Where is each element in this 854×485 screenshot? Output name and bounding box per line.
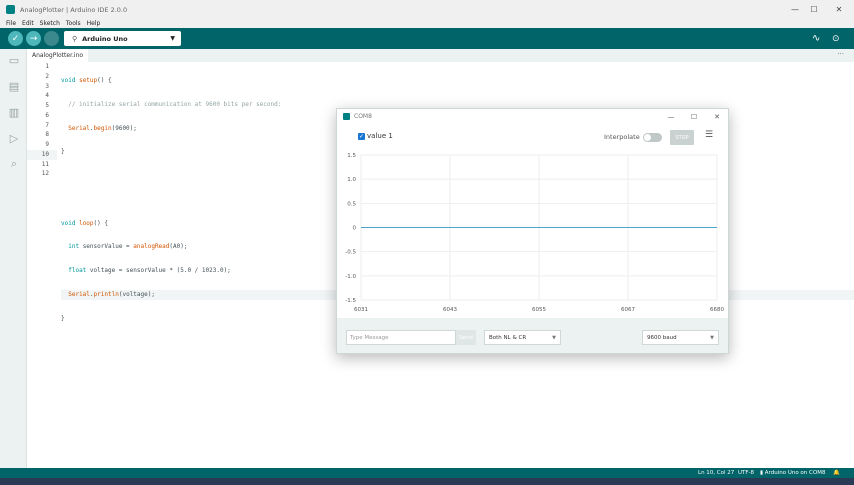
debug-icon[interactable]: ▷ [8,133,20,145]
notification-icon[interactable]: 🔔 [833,470,840,476]
window-titlebar: AnalogPlotter | Arduino IDE 2.0.0 — ☐ ✕ [0,0,854,19]
plotter-close-button[interactable]: ✕ [707,109,727,124]
menu-sketch[interactable]: Sketch [40,20,60,27]
line-number: 3 [45,82,49,90]
library-manager-icon[interactable]: ▥ [8,107,20,119]
line-number: 11 [41,160,49,168]
chevron-down-icon: ▼ [710,334,714,341]
plotter-footer: Send Both NL & CR ▼ 9600 baud ▼ [337,318,728,353]
chevron-down-icon: ▼ [552,334,556,341]
taskbar [0,478,854,485]
debug-button[interactable] [44,31,59,46]
plotter-minimize-button[interactable]: — [661,109,681,124]
search-icon[interactable]: ⌕ [8,158,20,170]
more-icon[interactable]: ··· [837,50,844,58]
send-button[interactable]: Send [456,330,476,345]
y-tick-label: 1.0 [347,177,356,183]
toggle-knob [644,134,651,141]
plotter-maximize-button[interactable]: ☐ [684,109,704,124]
baud-rate-select[interactable]: 9600 baud ▼ [642,330,719,345]
menu-edit[interactable]: Edit [22,20,34,27]
window-title: AnalogPlotter | Arduino IDE 2.0.0 [20,5,128,14]
maximize-button[interactable]: ☐ [801,0,827,19]
menu-tools[interactable]: Tools [66,20,81,27]
code-line: void setup() { [61,77,112,84]
y-tick-label: -1.5 [345,298,356,304]
board-name: Arduino Uno [82,34,128,43]
y-tick-label: -1.0 [345,274,356,280]
menu-help[interactable]: Help [87,20,101,27]
line-numbers: 1 2 3 4 5 6 7 8 9 10 11 12 [27,62,57,179]
line-number: 4 [45,92,49,100]
plotter-titlebar: COM8 — ☐ ✕ [337,109,728,124]
upload-button[interactable]: → [26,31,41,46]
baud-rate-value: 9600 baud [647,334,677,341]
board-selector[interactable]: ⚲ Arduino Uno ▼ [64,31,181,46]
line-ending-value: Both NL & CR [489,334,527,341]
plot-chart: 1.5 1.0 0.5 0 -0.5 -1.0 -1.5 6031 6043 6055 6067 6… [345,153,724,313]
y-tick-label: 0.5 [347,201,356,207]
board-port-status[interactable]: ▮ Arduino Uno on COM8 [760,470,825,476]
verify-button[interactable]: ✓ [8,31,23,46]
line-number: 2 [45,72,49,80]
serial-plotter-icon[interactable]: ∿ [812,31,820,46]
check-icon: ✓ [11,33,20,44]
line-number: 7 [45,121,49,129]
series-label: value 1 [367,132,393,140]
tab-label: AnalogPlotter.ino [32,52,84,59]
serial-plotter-window: COM8 — ☐ ✕ ✓ value 1 Interpolate STOP ☰ … [336,108,729,354]
y-tick-label: -0.5 [345,250,356,256]
x-tick-label: 6031 [354,307,368,313]
sidebar: ▭ ▤ ▥ ▷ ⌕ [0,49,27,468]
usb-icon: ⚲ [72,34,78,43]
series-legend[interactable]: ✓ value 1 [358,132,393,140]
y-tick-label: 1.5 [347,153,356,159]
x-tick-label: 6043 [443,307,457,313]
message-input[interactable] [346,330,456,345]
boards-manager-icon[interactable]: ▤ [8,81,20,93]
chevron-down-icon: ▼ [170,35,175,42]
tab-sketch[interactable]: AnalogPlotter.ino [27,49,89,62]
cursor-position[interactable]: Ln 10, Col 27 [698,470,734,476]
line-number: 1 [45,63,49,70]
interpolate-toggle[interactable] [643,133,662,142]
stop-button[interactable]: STOP [670,130,694,145]
line-number: 6 [45,111,49,119]
line-number: 5 [45,102,49,109]
sketchbook-icon[interactable]: ▭ [8,55,20,67]
toolbar: ✓ → ⚲ Arduino Uno ▼ ∿ ⊙ [0,28,854,49]
line-number: 9 [45,141,49,148]
arduino-app-icon [6,5,15,14]
y-tick-label: 0 [353,226,357,232]
status-bar: Ln 10, Col 27 UTF-8 ▮ Arduino Uno on COM… [0,468,854,478]
x-tick-label: 6680 [710,307,724,313]
arduino-app-icon [343,113,350,120]
checkbox-icon[interactable]: ✓ [358,132,365,140]
tab-bar: AnalogPlotter.ino ··· [27,49,854,62]
x-tick-label: 6055 [532,307,546,313]
menu-file[interactable]: File [6,20,16,27]
serial-monitor-icon[interactable]: ⊙ [832,31,840,46]
interpolate-label: Interpolate [604,133,640,141]
line-ending-select[interactable]: Both NL & CR ▼ [484,330,561,345]
line-number: 10 [27,149,57,160]
plotter-title: COM8 [354,113,372,120]
line-number: 12 [41,170,49,178]
close-button[interactable]: ✕ [826,0,852,19]
board-port-label: Arduino Uno on COM8 [764,470,826,476]
clear-icon[interactable]: ☰ [705,130,713,140]
menu-bar: File Edit Sketch Tools Help [0,19,854,28]
encoding[interactable]: UTF-8 [738,470,754,476]
x-tick-label: 6067 [621,307,635,313]
arrow-right-icon: → [29,33,38,44]
line-number: 8 [45,131,49,139]
